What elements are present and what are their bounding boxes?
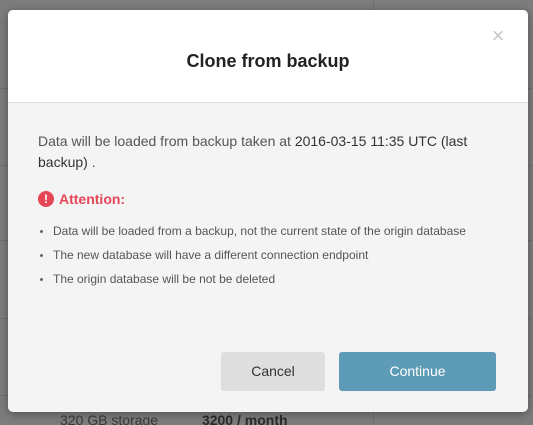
clone-from-backup-dialog: Clone from backup × Data will be loaded … xyxy=(8,10,528,412)
attention-label: Attention: xyxy=(59,191,126,207)
backup-info-suffix: . xyxy=(87,154,96,170)
backup-info-prefix: Data will be loaded from backup taken at xyxy=(38,133,295,149)
background-storage-text: 320 GB storage xyxy=(60,412,159,425)
attention-list: Data will be loaded from a backup, not t… xyxy=(38,219,498,291)
background-price-text: 3200 / month xyxy=(201,412,288,425)
continue-button[interactable]: Continue xyxy=(339,352,496,391)
attention-list-item: The new database will have a different c… xyxy=(38,243,498,267)
cancel-button[interactable]: Cancel xyxy=(221,352,325,391)
backup-info-text: Data will be loaded from backup taken at… xyxy=(38,131,498,173)
background-footer-row: 320 GB storage 3200 / month xyxy=(60,412,288,425)
dialog-body: Data will be loaded from backup taken at… xyxy=(8,131,528,291)
dialog-title: Clone from backup xyxy=(186,51,350,71)
attention-list-item: The origin database will be not be delet… xyxy=(38,267,498,291)
dialog-header: Clone from backup × xyxy=(8,10,528,103)
attention-list-item: Data will be loaded from a backup, not t… xyxy=(38,219,498,243)
attention-heading: ! Attention: xyxy=(38,191,498,207)
close-icon[interactable]: × xyxy=(488,25,508,47)
exclamation-circle-icon: ! xyxy=(38,191,54,207)
